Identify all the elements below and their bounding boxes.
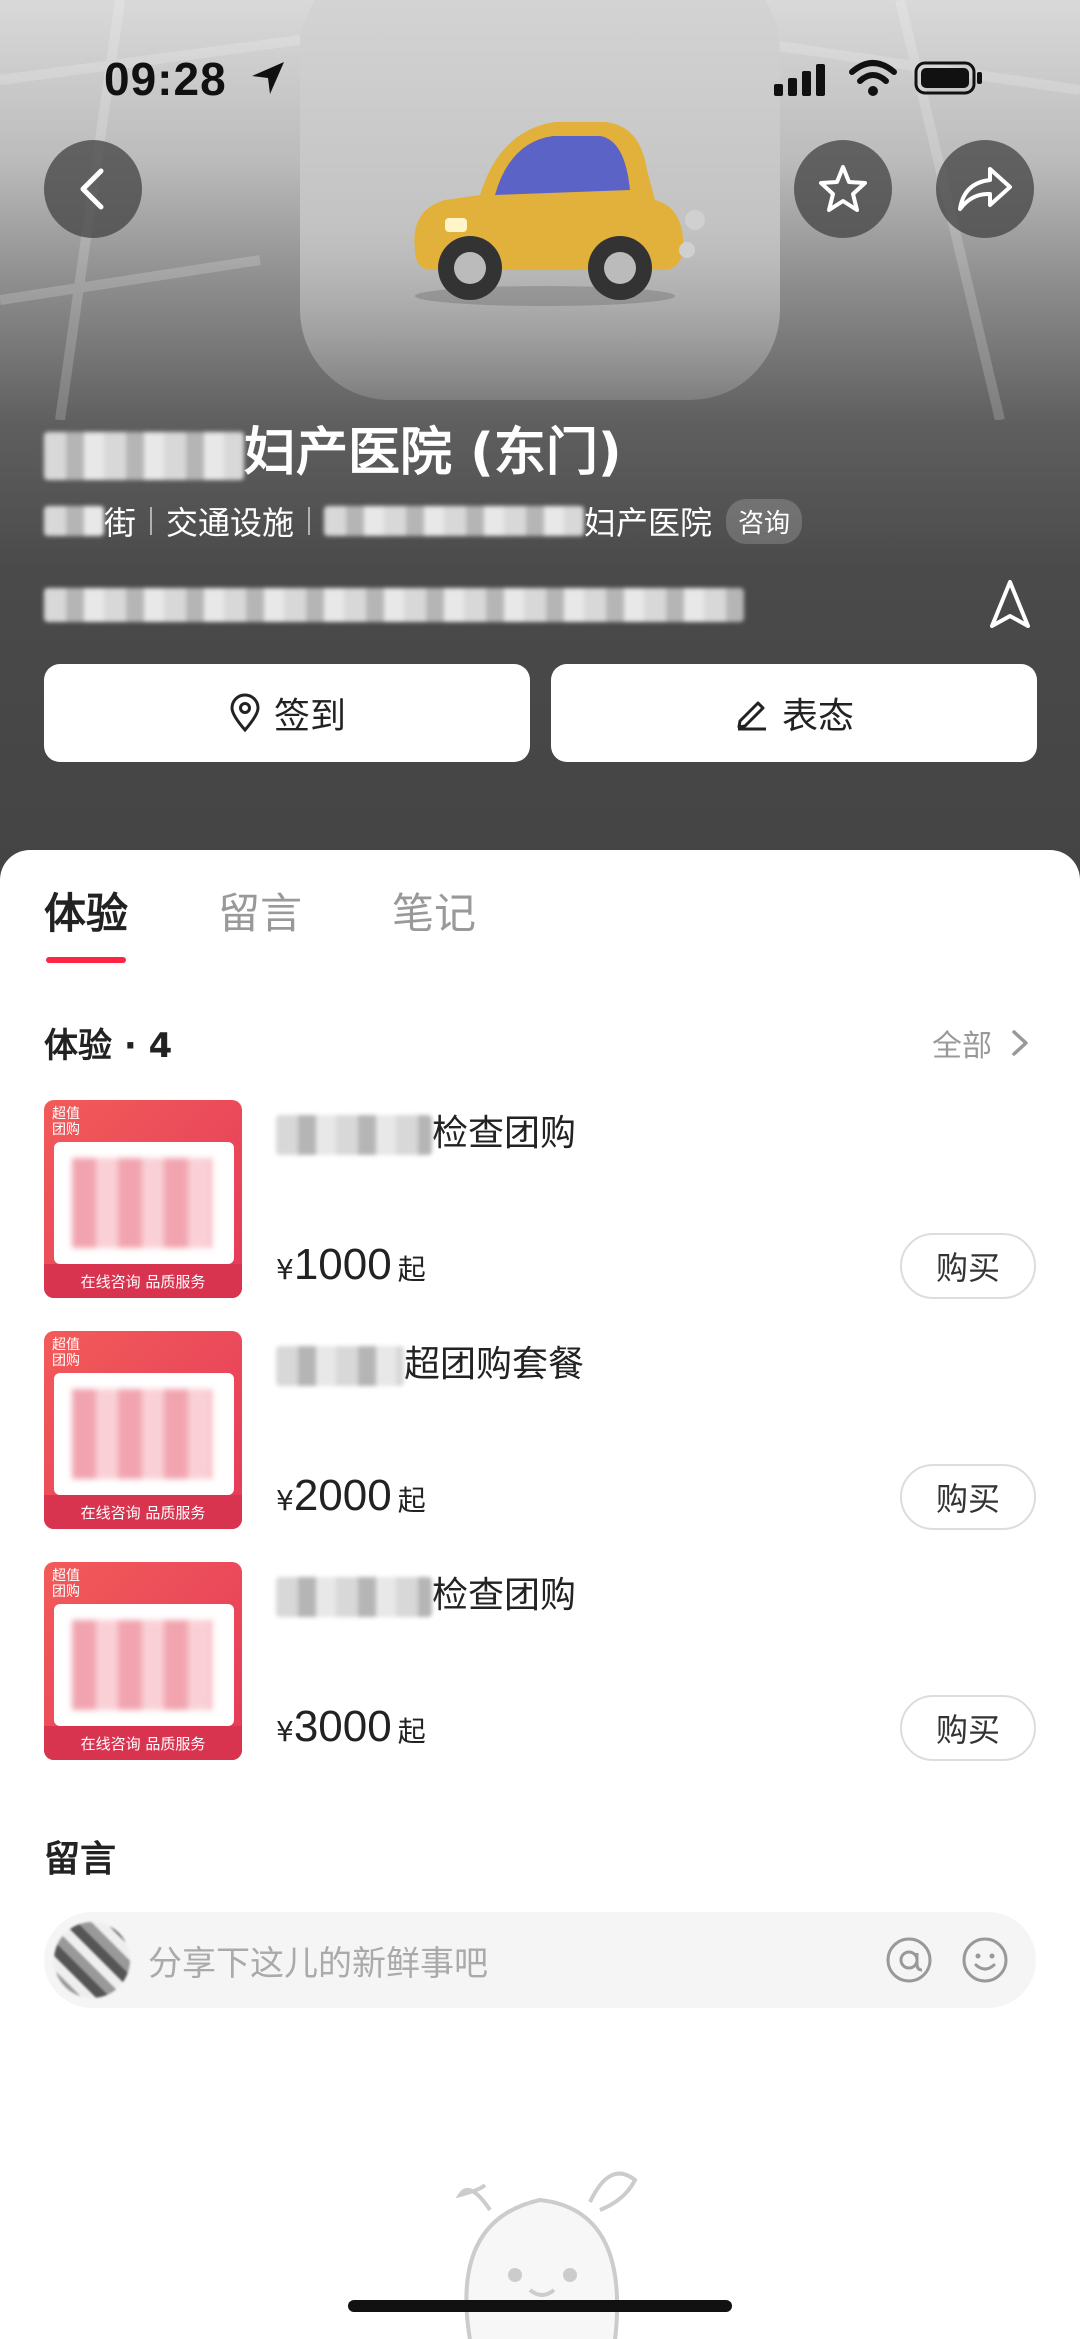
redacted-image [72, 1158, 212, 1248]
deal-thumbnail: 超值团购 在线咨询 品质服务 [44, 1562, 242, 1760]
redacted-text [276, 1115, 432, 1155]
checkin-button[interactable]: 签到 [44, 664, 530, 762]
avatar [54, 1922, 130, 1998]
pencil-icon [737, 701, 766, 731]
deal-price: ¥1000 起 [276, 1240, 426, 1289]
deal-price: ¥3000 起 [276, 1702, 426, 1751]
street-label: 街 [104, 504, 137, 542]
redacted-address [44, 588, 744, 622]
redacted-text [276, 1346, 404, 1386]
redacted-image [72, 1620, 212, 1710]
favorite-button[interactable] [794, 140, 892, 238]
place-header: 09:28 妇产医院 (东门) 街 交通设施 妇产医院 咨询 签到 表态 [0, 0, 1080, 880]
buy-button[interactable]: 购买 [900, 1695, 1036, 1761]
redacted-text [276, 1577, 432, 1617]
tab-messages[interactable]: 留言 [218, 880, 302, 963]
tab-experience[interactable]: 体验 [44, 880, 128, 963]
deal-title: 检查团购 [276, 1566, 576, 1618]
experience-item[interactable]: 超值团购 在线咨询 品质服务 超团购套餐 ¥2000 起 购买 [44, 1331, 1036, 1531]
navigate-icon[interactable] [982, 576, 1038, 632]
experience-header: 体验 · 4 全部 [44, 1018, 1036, 1067]
status-bar: 09:28 [0, 0, 1080, 150]
messages-title: 留言 [44, 1839, 117, 1880]
buy-button[interactable]: 购买 [900, 1464, 1036, 1530]
active-tab-indicator [46, 957, 126, 963]
deal-footer: 在线咨询 品质服务 [44, 1264, 242, 1298]
tab-notes[interactable]: 笔记 [392, 880, 476, 963]
redacted-text [324, 506, 585, 536]
experience-item[interactable]: 超值团购 在线咨询 品质服务 检查团购 ¥1000 起 购买 [44, 1100, 1036, 1300]
deal-footer: 在线咨询 品质服务 [44, 1726, 242, 1760]
cellular-signal-icon [774, 64, 825, 96]
divider [150, 507, 153, 535]
place-meta: 街 交通设施 妇产医院 咨询 [44, 498, 803, 544]
deal-thumbnail: 超值团购 在线咨询 品质服务 [44, 1100, 242, 1298]
category-label[interactable]: 交通设施 [166, 498, 294, 544]
deal-price: ¥2000 起 [276, 1471, 426, 1520]
opinion-button[interactable]: 表态 [551, 664, 1037, 762]
related-place-label[interactable]: 妇产医院 [584, 498, 712, 544]
chevron-left-icon [80, 168, 104, 210]
redacted-image [72, 1389, 212, 1479]
mention-icon[interactable] [884, 1935, 934, 1985]
home-indicator[interactable] [348, 2300, 732, 2312]
location-pin-icon [230, 693, 260, 733]
star-icon [819, 165, 867, 212]
see-all-link[interactable]: 全部 [932, 1021, 1036, 1065]
wifi-icon [849, 60, 897, 96]
content-sheet: 体验 留言 笔记 体验 · 4 全部 超值团购 在线咨询 品质服务 检查团购 ¥… [0, 850, 1080, 2339]
back-button[interactable] [44, 140, 142, 238]
emoji-icon[interactable] [960, 1935, 1010, 1985]
experience-item[interactable]: 超值团购 在线咨询 品质服务 检查团购 ¥3000 起 购买 [44, 1562, 1036, 1762]
clock: 09:28 [104, 53, 227, 105]
comment-input[interactable]: 分享下这儿的新鲜事吧 [44, 1912, 1036, 2008]
deal-tag: 超值团购 [52, 1106, 80, 1138]
comment-placeholder: 分享下这儿的新鲜事吧 [148, 1943, 488, 1984]
consult-badge[interactable]: 咨询 [726, 498, 803, 544]
deal-tag: 超值团购 [52, 1568, 80, 1600]
deal-tag: 超值团购 [52, 1337, 80, 1369]
deal-title: 检查团购 [276, 1104, 576, 1156]
deal-footer: 在线咨询 品质服务 [44, 1495, 242, 1529]
share-icon [958, 167, 1012, 211]
share-button[interactable] [936, 140, 1034, 238]
divider [308, 507, 311, 535]
location-arrow-icon [252, 62, 284, 94]
redacted-text [44, 506, 104, 536]
chevron-right-icon [1012, 1029, 1028, 1056]
experience-title: 体验 · 4 [44, 1026, 173, 1066]
redacted-text [44, 432, 244, 480]
place-title: 妇产医院 (东门) [44, 410, 622, 485]
tab-bar: 体验 留言 笔记 [44, 880, 566, 963]
battery-icon [914, 61, 982, 95]
deal-title: 超团购套餐 [276, 1335, 584, 1387]
deal-thumbnail: 超值团购 在线咨询 品质服务 [44, 1331, 242, 1529]
buy-button[interactable]: 购买 [900, 1233, 1036, 1299]
